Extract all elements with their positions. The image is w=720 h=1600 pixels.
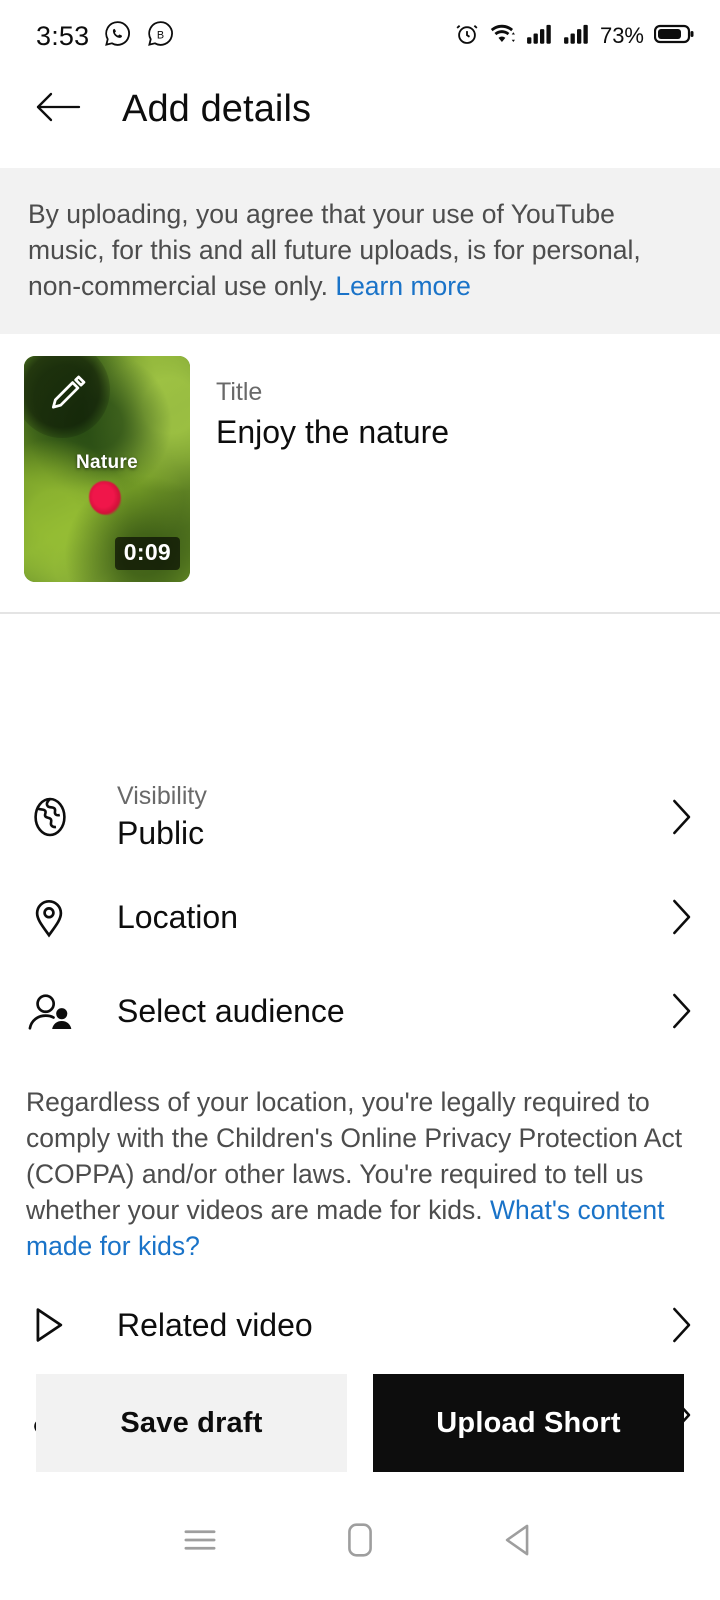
- status-bar-left: 3:53 B: [36, 19, 175, 53]
- battery-icon: [653, 22, 694, 51]
- back-triangle-icon[interactable]: [485, 1505, 555, 1575]
- thumbnail-flower-detail: [89, 481, 122, 516]
- page-title: Add details: [122, 87, 312, 130]
- back-button[interactable]: [30, 81, 86, 137]
- video-thumbnail[interactable]: Nature 0:09: [24, 356, 190, 583]
- related-video-text-block: Related video: [98, 1307, 644, 1344]
- location-pin-icon: [26, 894, 98, 940]
- upload-short-button[interactable]: Upload Short: [373, 1374, 684, 1472]
- signal-sim2-icon: [563, 22, 591, 51]
- visibility-value: Public: [117, 815, 205, 852]
- video-duration-badge: 0:09: [114, 537, 180, 571]
- video-title-block[interactable]: Title Enjoy the nature: [216, 356, 449, 582]
- pencil-edit-icon[interactable]: [46, 372, 90, 421]
- play-triangle-icon: [26, 1303, 98, 1347]
- visibility-text-block: Visibility Public: [98, 782, 644, 852]
- related-video-label: Related video: [117, 1306, 313, 1343]
- battery-percent-label: 73%: [599, 23, 644, 48]
- bottom-action-bar: Save draft Upload Short: [0, 1374, 720, 1472]
- notice-text: By uploading, you agree that your use of…: [28, 196, 692, 304]
- visibility-label: Visibility: [117, 782, 207, 811]
- status-bar-clock: 3:53: [36, 20, 90, 51]
- globe-icon: [26, 793, 98, 841]
- alarm-icon: [454, 21, 480, 52]
- wifi-icon: [489, 21, 517, 52]
- thumbnail-caption: Nature: [76, 452, 138, 474]
- home-square-icon[interactable]: [325, 1505, 395, 1575]
- coppa-notice: Regardless of your location, you're lega…: [0, 1058, 720, 1280]
- chevron-right-icon[interactable]: [644, 797, 694, 837]
- people-audience-icon: [26, 988, 98, 1034]
- android-navigation-bar: [0, 1480, 720, 1600]
- botim-chat-icon: B: [146, 19, 175, 53]
- sidebar-item-visibility[interactable]: Visibility Public: [26, 764, 694, 870]
- svg-text:B: B: [157, 29, 164, 41]
- sidebar-item-related-video[interactable]: Related video: [26, 1280, 694, 1370]
- learn-more-link[interactable]: Learn more: [335, 271, 471, 301]
- back-arrow-icon: [35, 90, 81, 129]
- save-draft-button[interactable]: Save draft: [36, 1374, 347, 1472]
- audience-label: Select audience: [117, 992, 345, 1029]
- chevron-right-icon[interactable]: [644, 991, 694, 1031]
- audience-text-block: Select audience: [98, 993, 644, 1030]
- settings-list: Visibility Public Location Select audien…: [0, 764, 720, 1058]
- chevron-right-icon[interactable]: [644, 1305, 694, 1345]
- location-text-block: Location: [98, 899, 644, 936]
- location-label: Location: [117, 898, 238, 935]
- whatsapp-icon: [103, 19, 132, 53]
- status-bar-right: 73%: [454, 21, 694, 52]
- title-field-label: Title: [216, 378, 263, 407]
- status-bar: 3:53 B 73%: [0, 0, 720, 72]
- sidebar-item-select-audience[interactable]: Select audience: [26, 964, 694, 1058]
- app-bar: Add details: [0, 72, 720, 146]
- chevron-right-icon[interactable]: [644, 897, 694, 937]
- sidebar-item-location[interactable]: Location: [26, 870, 694, 964]
- recents-menu-icon[interactable]: [165, 1505, 235, 1575]
- title-field-value[interactable]: Enjoy the nature: [216, 414, 449, 451]
- video-summary-row: Nature 0:09 Title Enjoy the nature: [0, 334, 720, 612]
- music-usage-notice: By uploading, you agree that your use of…: [0, 168, 720, 335]
- signal-sim1-icon: [526, 22, 554, 51]
